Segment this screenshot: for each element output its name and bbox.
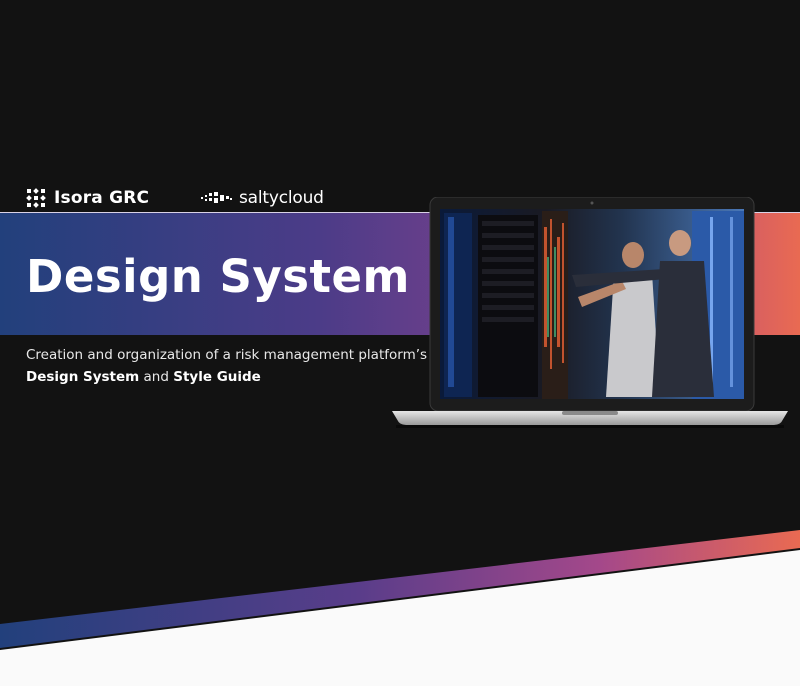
saltycloud-pixel-icon	[201, 192, 232, 203]
laptop-shadow	[396, 425, 784, 428]
page-title: Design System	[26, 250, 410, 303]
subtitle-text: Creation and organization of a risk mana…	[26, 347, 428, 363]
saltycloud-logo: saltycloud	[201, 188, 324, 208]
laptop-camera	[590, 201, 594, 205]
laptop-mockup	[392, 197, 788, 428]
subtitle-bold-style-guide: Style Guide	[173, 369, 261, 385]
datacenter-photo	[440, 209, 744, 399]
subtitle-bold-design-system: Design System	[26, 369, 140, 385]
isora-grid-icon	[26, 188, 46, 208]
subtitle-joiner: and	[143, 369, 169, 385]
saltycloud-logo-text: saltycloud	[239, 188, 324, 208]
laptop-notch	[562, 411, 618, 415]
isora-logo-text: Isora GRC	[54, 188, 150, 208]
isora-logo: Isora GRC	[26, 188, 149, 208]
hero-subtitle: Creation and organization of a risk mana…	[26, 344, 436, 388]
hero-banner: Isora GRC saltycloud Design System Creat…	[0, 0, 800, 686]
